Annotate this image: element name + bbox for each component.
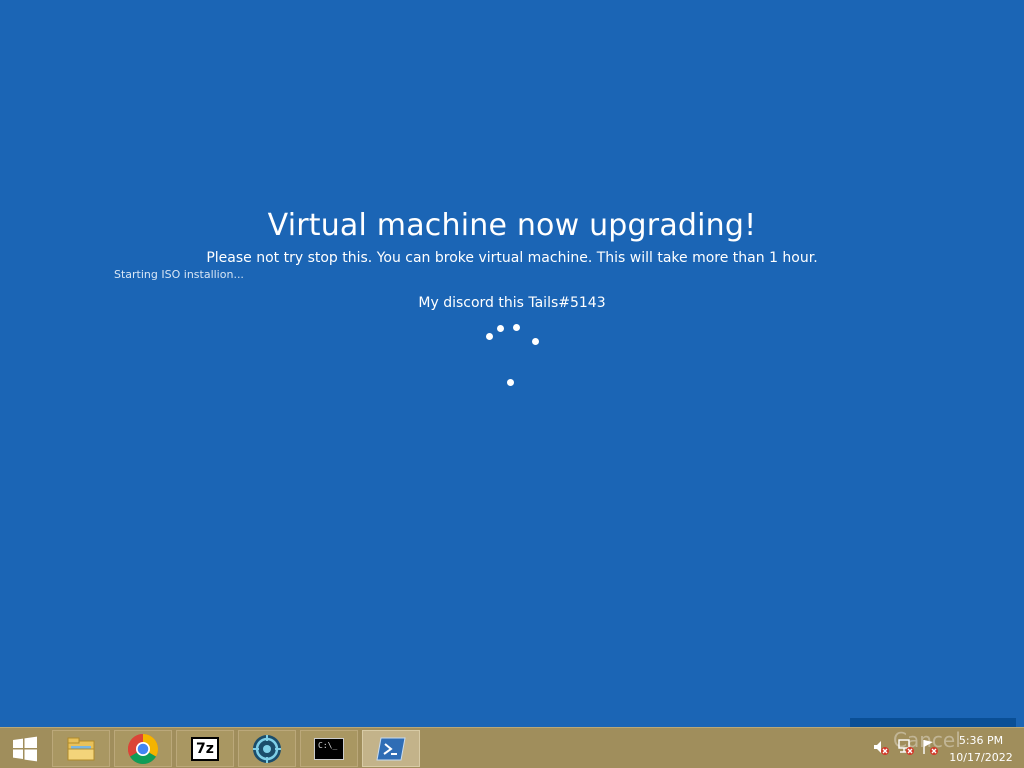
taskbar-chrome[interactable] xyxy=(114,730,172,767)
windows-logo-icon xyxy=(12,736,38,762)
install-status-text: Starting ISO installion... xyxy=(114,268,244,281)
clock-time: 5:36 PM xyxy=(958,734,1004,747)
start-button[interactable] xyxy=(0,728,50,768)
spinner-dot xyxy=(532,338,539,345)
7zip-icon: 7z xyxy=(191,736,219,761)
taskbar-powershell[interactable] xyxy=(362,730,420,767)
spinner-dot xyxy=(497,325,504,332)
powershell-icon xyxy=(376,737,406,760)
target-icon xyxy=(253,734,281,763)
network-error-icon[interactable] xyxy=(897,738,915,756)
upgrade-headline: Virtual machine now upgrading! xyxy=(267,208,757,243)
discord-contact-text: My discord this Tails#5143 xyxy=(418,295,606,311)
cmd-glyph: C:\_ xyxy=(318,740,338,750)
cmd-icon: C:\_ xyxy=(314,737,344,760)
warning-message: Please not try stop this. You can broke … xyxy=(206,250,818,266)
spinner-dot xyxy=(507,379,514,386)
taskbar-target-app[interactable] xyxy=(238,730,296,767)
7zip-label: 7z xyxy=(196,740,214,757)
spinner-dot xyxy=(513,324,520,331)
clock-date: 10/17/2022 xyxy=(949,751,1013,764)
taskbar-command-prompt[interactable]: C:\_ xyxy=(300,730,358,767)
chrome-icon xyxy=(127,733,159,764)
spinner-dot xyxy=(486,333,493,340)
speaker-muted-icon[interactable] xyxy=(872,738,890,756)
desktop-screen: Virtual machine now upgrading! Please no… xyxy=(0,0,1024,768)
taskbar-7zip[interactable]: 7z xyxy=(176,730,234,767)
folder-icon xyxy=(67,737,95,760)
action-center-flag-icon[interactable] xyxy=(921,738,939,756)
taskbar: 7z C:\_ xyxy=(0,727,1024,768)
taskbar-file-explorer[interactable] xyxy=(52,730,110,767)
